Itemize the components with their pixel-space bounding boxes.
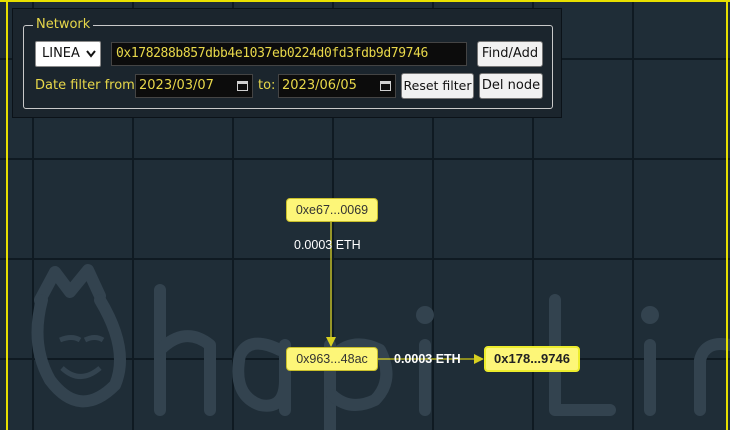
date-from-value: 2023/03/07: [139, 78, 214, 93]
calendar-icon[interactable]: [380, 80, 391, 91]
del-node-button[interactable]: Del node: [479, 73, 543, 99]
chevron-down-icon: [86, 42, 96, 75]
graph-canvas[interactable]: 0.0003 ETH 0.0003 ETH 0xe67...0069 0x963…: [0, 0, 730, 430]
address-input[interactable]: 0x178288b857dbb4e1037eb0224d0fd3fdb9d797…: [111, 42, 467, 66]
control-panel: Network LINEA 0x178288b857dbb4e1037eb022…: [12, 8, 562, 118]
date-from-input[interactable]: 2023/03/07: [135, 74, 253, 98]
reset-filter-button[interactable]: Reset filter: [401, 73, 474, 99]
edge-label: 0.0003 ETH: [394, 352, 461, 366]
find-add-button[interactable]: Find/Add: [477, 41, 543, 67]
graph-node[interactable]: 0x963...48ac: [286, 347, 378, 371]
network-select-value: LINEA: [42, 46, 80, 61]
graph-node[interactable]: 0xe67...0069: [286, 198, 378, 222]
fieldset-legend: Network: [33, 17, 94, 33]
edge-label: 0.0003 ETH: [294, 238, 361, 252]
date-to-input[interactable]: 2023/06/05: [278, 74, 396, 98]
calendar-icon[interactable]: [237, 80, 248, 91]
graph-node-selected[interactable]: 0x178...9746: [484, 346, 580, 372]
date-to-label: to:: [258, 78, 276, 93]
date-to-value: 2023/06/05: [282, 78, 357, 93]
network-select[interactable]: LINEA: [35, 41, 101, 67]
date-filter-label: Date filter from:: [35, 78, 140, 93]
